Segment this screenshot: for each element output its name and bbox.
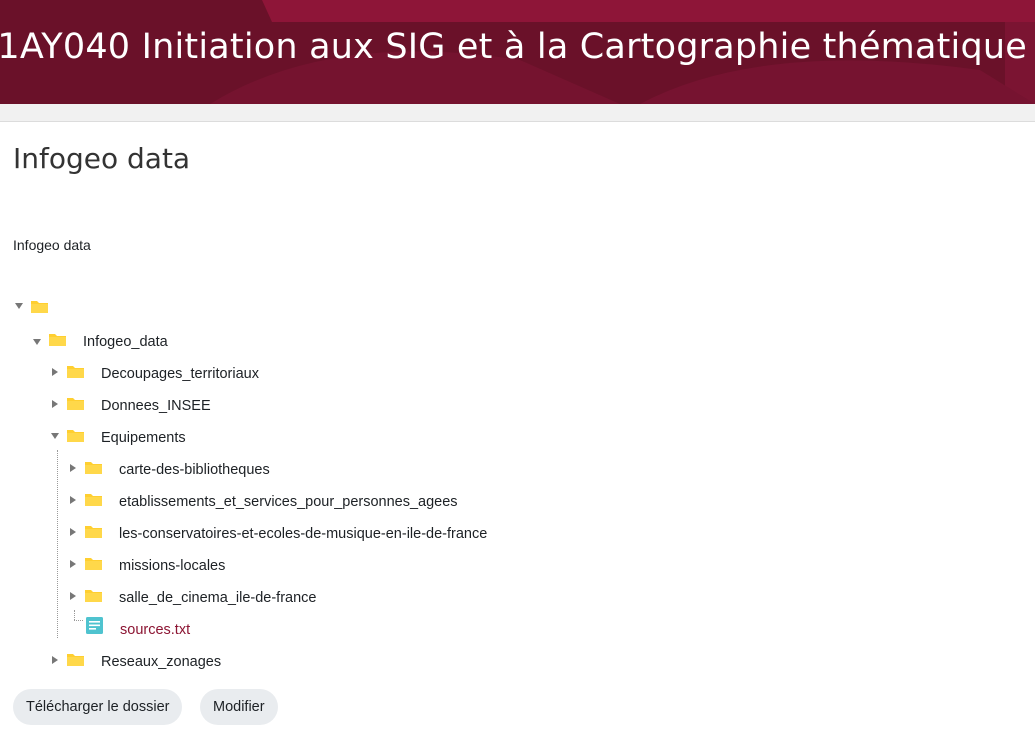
page-title: Infogeo data bbox=[13, 142, 191, 175]
triangle-right-icon[interactable] bbox=[67, 526, 79, 538]
course-header-banner: ME1AY040 Initiation aux SIG et à la Cart… bbox=[0, 0, 1035, 104]
text-file-icon bbox=[86, 617, 103, 634]
tree-node-label[interactable]: Donnees_INSEE bbox=[101, 396, 211, 416]
folder-icon bbox=[67, 364, 84, 378]
tree-node-label[interactable]: missions-locales bbox=[119, 556, 225, 576]
tree-node-les-conservatoires[interactable]: les-conservatoires-et-ecoles-de-musique-… bbox=[67, 524, 557, 544]
folder-icon bbox=[85, 524, 102, 538]
header-divider bbox=[0, 104, 1035, 122]
tree-node-label[interactable]: etablissements_et_services_pour_personne… bbox=[119, 492, 458, 512]
tree-node-missions-locales[interactable]: missions-locales bbox=[67, 556, 267, 576]
triangle-down-icon[interactable] bbox=[49, 430, 61, 442]
tree-node-salle-de-cinema[interactable]: salle_de_cinema_ile-de-france bbox=[67, 588, 367, 608]
triangle-right-icon[interactable] bbox=[67, 590, 79, 602]
tree-node-etablissements-personnes-agees[interactable]: etablissements_et_services_pour_personne… bbox=[67, 492, 507, 512]
tree-node-label[interactable]: salle_de_cinema_ile-de-france bbox=[119, 588, 316, 608]
course-title: ME1AY040 Initiation aux SIG et à la Cart… bbox=[0, 27, 1027, 67]
folder-icon bbox=[67, 428, 84, 442]
tree-node-label[interactable]: Reseaux_zonages bbox=[101, 652, 221, 672]
tree-node-label[interactable]: Equipements bbox=[101, 428, 186, 448]
tree-node-label[interactable]: les-conservatoires-et-ecoles-de-musique-… bbox=[119, 524, 487, 544]
triangle-right-icon[interactable] bbox=[67, 494, 79, 506]
tree-node-root[interactable] bbox=[13, 296, 53, 316]
folder-icon bbox=[67, 396, 84, 410]
download-folder-button[interactable]: Télécharger le dossier bbox=[13, 689, 183, 725]
folder-icon bbox=[85, 460, 102, 474]
tree-guide-line bbox=[74, 610, 75, 620]
tree-node-label[interactable]: Infogeo_data bbox=[83, 332, 168, 352]
file-link[interactable]: sources.txt bbox=[120, 620, 190, 640]
folder-icon bbox=[85, 588, 102, 602]
tree-node-carte-des-bibliotheques[interactable]: carte-des-bibliotheques bbox=[67, 460, 327, 480]
tree-node-donnees-insee[interactable]: Donnees_INSEE bbox=[49, 396, 249, 416]
triangle-right-icon[interactable] bbox=[67, 462, 79, 474]
tree-node-sources-txt[interactable]: sources.txt bbox=[67, 617, 267, 640]
tree-node-label[interactable]: carte-des-bibliotheques bbox=[119, 460, 270, 480]
folder-icon bbox=[49, 332, 66, 346]
triangle-down-icon[interactable] bbox=[13, 300, 25, 312]
folder-icon bbox=[85, 556, 102, 570]
triangle-down-icon[interactable] bbox=[31, 336, 43, 348]
triangle-right-icon[interactable] bbox=[49, 366, 61, 378]
folder-icon bbox=[67, 652, 84, 666]
folder-icon bbox=[31, 299, 48, 313]
tree-node-equipements[interactable]: Equipements bbox=[49, 428, 249, 448]
triangle-right-icon[interactable] bbox=[49, 654, 61, 666]
tree-node-reseaux-zonages[interactable]: Reseaux_zonages bbox=[49, 652, 249, 672]
tree-guide-line bbox=[57, 450, 58, 638]
folder-icon bbox=[85, 492, 102, 506]
tree-node-decoupages-territoriaux[interactable]: Decoupages_territoriaux bbox=[49, 364, 309, 384]
edit-button[interactable]: Modifier bbox=[200, 689, 278, 725]
triangle-right-icon[interactable] bbox=[49, 398, 61, 410]
triangle-right-icon[interactable] bbox=[67, 558, 79, 570]
tree-node-label[interactable]: Decoupages_territoriaux bbox=[101, 364, 259, 384]
folder-description: Infogeo data bbox=[13, 237, 91, 253]
tree-node-infogeo-data[interactable]: Infogeo_data bbox=[31, 332, 231, 352]
